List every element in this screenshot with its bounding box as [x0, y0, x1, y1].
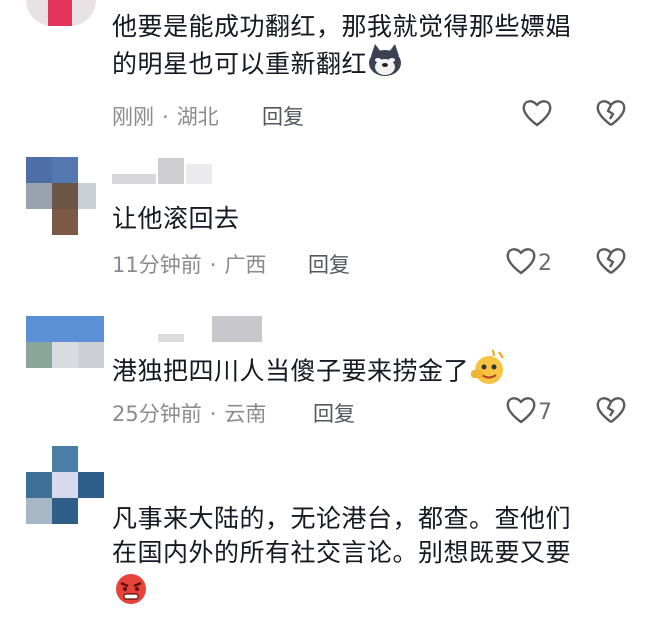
meta-separator: · [209, 253, 217, 277]
pointing-face-emoji [469, 349, 507, 395]
comment-time: 11分钟前 [112, 253, 202, 277]
avatar[interactable] [26, 446, 106, 526]
broken-heart-icon [596, 248, 626, 279]
dislike-button[interactable] [596, 247, 626, 279]
angry-face-emoji [112, 570, 150, 615]
heart-icon [506, 247, 536, 279]
comment-text: 让他滚回去 [112, 202, 240, 236]
comment-text-line: 让他滚回去 [112, 204, 240, 233]
comment-location: 云南 [224, 402, 267, 426]
avatar[interactable] [26, 316, 106, 368]
like-button[interactable]: 2 [506, 247, 552, 279]
username-blurred[interactable] [112, 158, 237, 184]
comment-meta: 25分钟前 · 云南 [112, 398, 266, 428]
comment-location: 湖北 [176, 105, 219, 129]
comment-time: 刚刚 [112, 105, 154, 129]
broken-heart-icon [596, 100, 626, 131]
dislike-button[interactable] [596, 99, 626, 131]
meta-separator: · [162, 105, 169, 129]
comment-text-line: 的明星也可以重新翻红 [112, 49, 368, 79]
comment-text: 港独把四川人当傻子要来捞金了 [112, 349, 507, 395]
comment-text-line: 他要是能成功翻红，那我就觉得那些嫖娼 [112, 12, 572, 41]
comment-meta: 刚刚 · 湖北 [112, 101, 219, 131]
avatar[interactable] [26, 0, 96, 26]
comment-text-line: 凡事来大陆的，无论港台，都查。查他们 [112, 504, 572, 533]
comment-text: 他要是能成功翻红，那我就觉得那些嫖娼 的明星也可以重新翻红 [112, 10, 571, 87]
like-count: 2 [538, 250, 552, 276]
reply-button[interactable]: 回复 [262, 101, 304, 131]
username-blurred[interactable] [156, 316, 266, 342]
like-count: 7 [538, 399, 552, 425]
like-button[interactable] [522, 99, 552, 131]
dislike-button[interactable] [596, 396, 626, 428]
comment-time: 25分钟前 [112, 402, 202, 426]
reply-button[interactable]: 回复 [313, 398, 355, 428]
comment-text-line: 在国内外的所有社交言论。别想既要又要 [112, 538, 572, 567]
meta-separator: · [209, 402, 217, 426]
heart-icon [506, 396, 536, 428]
comment-meta: 11分钟前 · 广西 [112, 249, 266, 279]
heart-icon [522, 99, 552, 131]
husky-emoji [367, 44, 403, 87]
comment-text-line: 港独把四川人当傻子要来捞金了 [112, 356, 470, 386]
comment-location: 广西 [224, 253, 267, 277]
reply-button[interactable]: 回复 [308, 249, 350, 279]
comment-text: 凡事来大陆的，无论港台，都查。查他们 在国内外的所有社交言论。别想既要又要 [112, 502, 571, 615]
broken-heart-icon [596, 397, 626, 428]
avatar[interactable] [26, 157, 96, 235]
like-button[interactable]: 7 [506, 396, 552, 428]
